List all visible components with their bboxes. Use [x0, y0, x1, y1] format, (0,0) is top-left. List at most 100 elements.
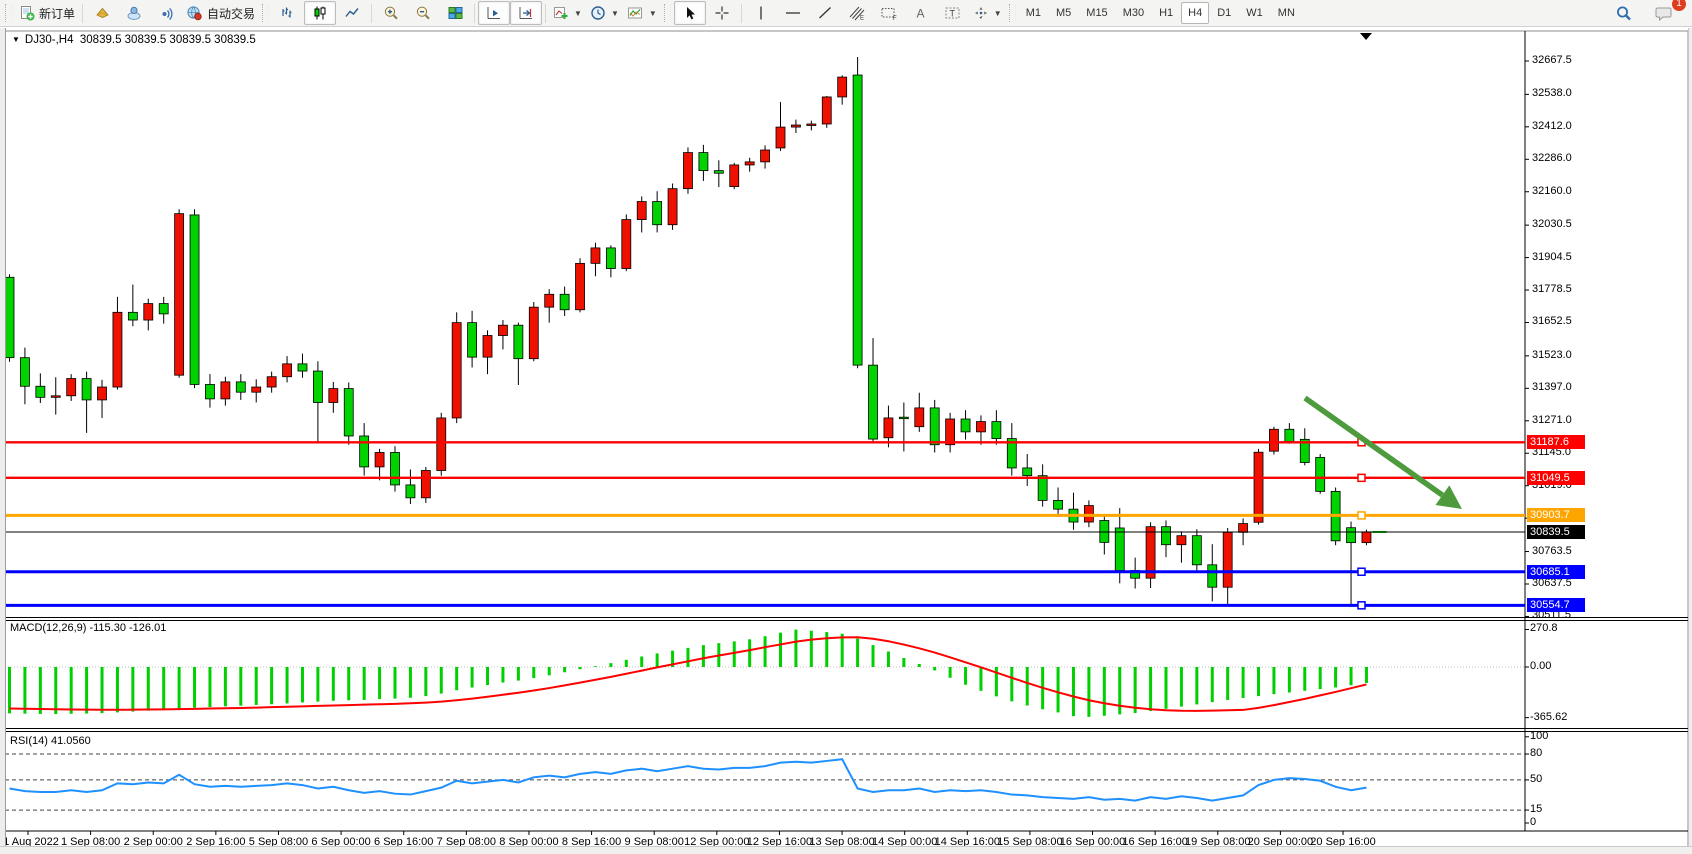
price-tick-label: 31271.0	[1532, 414, 1572, 426]
timeframe-button-H4[interactable]: H4	[1181, 2, 1209, 24]
notifications-button[interactable]: 1	[1648, 1, 1680, 25]
arrows-icon	[973, 5, 989, 21]
timeframe-button-D1[interactable]: D1	[1210, 2, 1238, 24]
template-button[interactable]: ▼	[623, 1, 661, 25]
timeframe-button-M1[interactable]: M1	[1019, 2, 1048, 24]
new-order-button[interactable]: 新订单	[15, 1, 79, 25]
chevron-down-icon: ▼	[611, 9, 619, 18]
vertical-line-tool-button[interactable]	[745, 1, 777, 25]
macd-tick-label: 0.00	[1530, 660, 1551, 672]
price-tick-label: 31523.0	[1532, 349, 1572, 361]
timeframe-button-H1[interactable]: H1	[1152, 2, 1180, 24]
chart-frame	[5, 31, 1688, 847]
trendline-icon	[817, 5, 833, 21]
arrows-tool-button[interactable]: ▼	[969, 1, 1006, 25]
tile-windows-button[interactable]	[439, 1, 471, 25]
text-tool-button[interactable]: A	[905, 1, 937, 25]
zoom-out-icon	[415, 5, 432, 21]
chat-icon	[1655, 5, 1674, 22]
text-icon: A	[914, 5, 928, 21]
price-line-label: 30903.7	[1527, 508, 1585, 522]
crosshair-tool-button[interactable]	[706, 1, 738, 25]
toolbar-grip[interactable]	[5, 4, 12, 22]
svg-text:F: F	[893, 16, 897, 21]
toolbar-separator	[741, 4, 742, 23]
timeframe-button-M5[interactable]: M5	[1049, 2, 1078, 24]
gold-gem-icon	[94, 5, 111, 21]
svg-text:T: T	[949, 9, 955, 19]
timeframe-button-M30[interactable]: M30	[1116, 2, 1151, 24]
period-clock-icon	[590, 5, 606, 21]
toolbar-separator	[82, 4, 83, 23]
candlestick-chart-icon	[312, 5, 328, 21]
fibonacci-icon: E	[848, 5, 866, 21]
main-toolbar: 新订单 自动交易 ▼ ▼ ▼ E F A T ▼ M1M5M15M30H1H4D…	[0, 0, 1692, 27]
cursor-icon	[683, 6, 697, 21]
status-bar	[0, 846, 1692, 854]
zoom-in-button[interactable]	[375, 1, 407, 25]
rsi-tick-label: 50	[1530, 773, 1542, 785]
tile-windows-icon	[447, 5, 464, 21]
toolbar-grip[interactable]	[664, 4, 671, 22]
signals-button[interactable]	[150, 1, 182, 25]
rsi-tick-label: 100	[1530, 730, 1548, 742]
price-line-label: 31187.6	[1527, 435, 1585, 449]
profile-icon	[126, 5, 143, 21]
vertical-line-icon	[755, 5, 767, 21]
zoom-out-button[interactable]	[407, 1, 439, 25]
price-tick-label: 30637.5	[1532, 577, 1572, 589]
timeframe-button-M15[interactable]: M15	[1079, 2, 1114, 24]
rsi-tick-label: 15	[1530, 803, 1542, 815]
bar-chart-icon	[280, 5, 296, 21]
community-button[interactable]	[118, 1, 150, 25]
timeframe-button-MN[interactable]: MN	[1271, 2, 1302, 24]
crosshair-icon	[714, 5, 730, 21]
toolbar-grip[interactable]	[262, 4, 269, 22]
macd-tick-label: 270.8	[1530, 622, 1558, 634]
add-indicator-icon	[553, 5, 569, 21]
bar-chart-mode-button[interactable]	[272, 1, 304, 25]
text-label-tool-button[interactable]: T	[937, 1, 969, 25]
horizontal-line-icon	[784, 5, 802, 21]
chart-symbol: DJ30-,H4	[25, 34, 74, 46]
rsi-tick-label: 0	[1530, 816, 1536, 828]
line-chart-mode-button[interactable]	[336, 1, 368, 25]
trendline-tool-button[interactable]	[809, 1, 841, 25]
auto-scroll-icon	[486, 5, 502, 21]
broadcast-icon	[158, 5, 175, 21]
price-line-label: 30685.1	[1527, 565, 1585, 579]
price-tick-label: 32286.0	[1532, 152, 1572, 164]
price-tick-label: 32412.0	[1532, 120, 1572, 132]
chevron-down-icon: ▼	[649, 9, 657, 18]
globe-icon	[186, 5, 203, 21]
price-line-label: 31049.5	[1527, 471, 1585, 485]
market-depth-button[interactable]	[86, 1, 118, 25]
toolbar-grip[interactable]	[1009, 4, 1016, 22]
chart-quotes: 30839.5 30839.5 30839.5 30839.5	[80, 34, 256, 46]
window-left-border	[0, 28, 6, 854]
rsi-indicator-label: RSI(14) 41.0560	[10, 735, 91, 747]
auto-scroll-button[interactable]	[478, 1, 510, 25]
chevron-down-icon: ▼	[574, 9, 582, 18]
auto-trading-button[interactable]: 自动交易	[182, 1, 259, 25]
candlestick-mode-button[interactable]	[304, 1, 336, 25]
chart-title: ▼ DJ30-,H4 30839.5 30839.5 30839.5 30839.…	[12, 34, 256, 46]
search-button[interactable]	[1608, 1, 1640, 25]
price-line-label: 30554.7	[1527, 598, 1585, 612]
chart-shift-button[interactable]	[510, 1, 542, 25]
price-tick-label: 32538.0	[1532, 87, 1572, 99]
chart-menu-triangle-icon[interactable]: ▼	[12, 35, 20, 44]
period-button[interactable]: ▼	[586, 1, 623, 25]
horizontal-line-tool-button[interactable]	[777, 1, 809, 25]
price-tick-label: 32667.5	[1532, 54, 1572, 66]
cursor-tool-button[interactable]	[674, 1, 706, 25]
timeframe-button-W1[interactable]: W1	[1239, 2, 1270, 24]
new-order-label: 新订单	[39, 5, 75, 22]
add-indicator-button[interactable]: ▼	[549, 1, 586, 25]
channel-tool-button[interactable]: F	[873, 1, 905, 25]
line-chart-icon	[344, 5, 360, 21]
chart-plot-area[interactable]	[0, 0, 1692, 854]
price-tick-label: 32160.0	[1532, 185, 1572, 197]
fibonacci-tool-button[interactable]: E	[841, 1, 873, 25]
price-tick-label: 31652.5	[1532, 315, 1572, 327]
